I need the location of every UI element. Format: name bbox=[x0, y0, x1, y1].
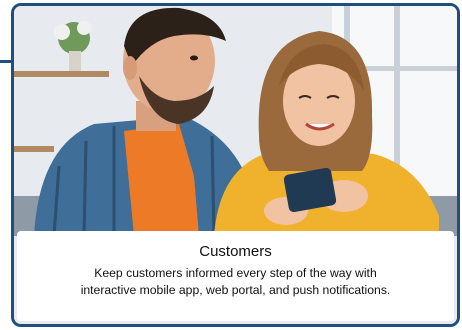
customers-card: Customers Keep customers informed every … bbox=[11, 3, 460, 327]
card-description-line-1: Keep customers informed every step of th… bbox=[94, 266, 377, 280]
caption-panel: Customers Keep customers informed every … bbox=[17, 231, 454, 321]
card-description-line-2: interactive mobile app, web portal, and … bbox=[80, 283, 391, 297]
card-title: Customers bbox=[199, 243, 272, 260]
